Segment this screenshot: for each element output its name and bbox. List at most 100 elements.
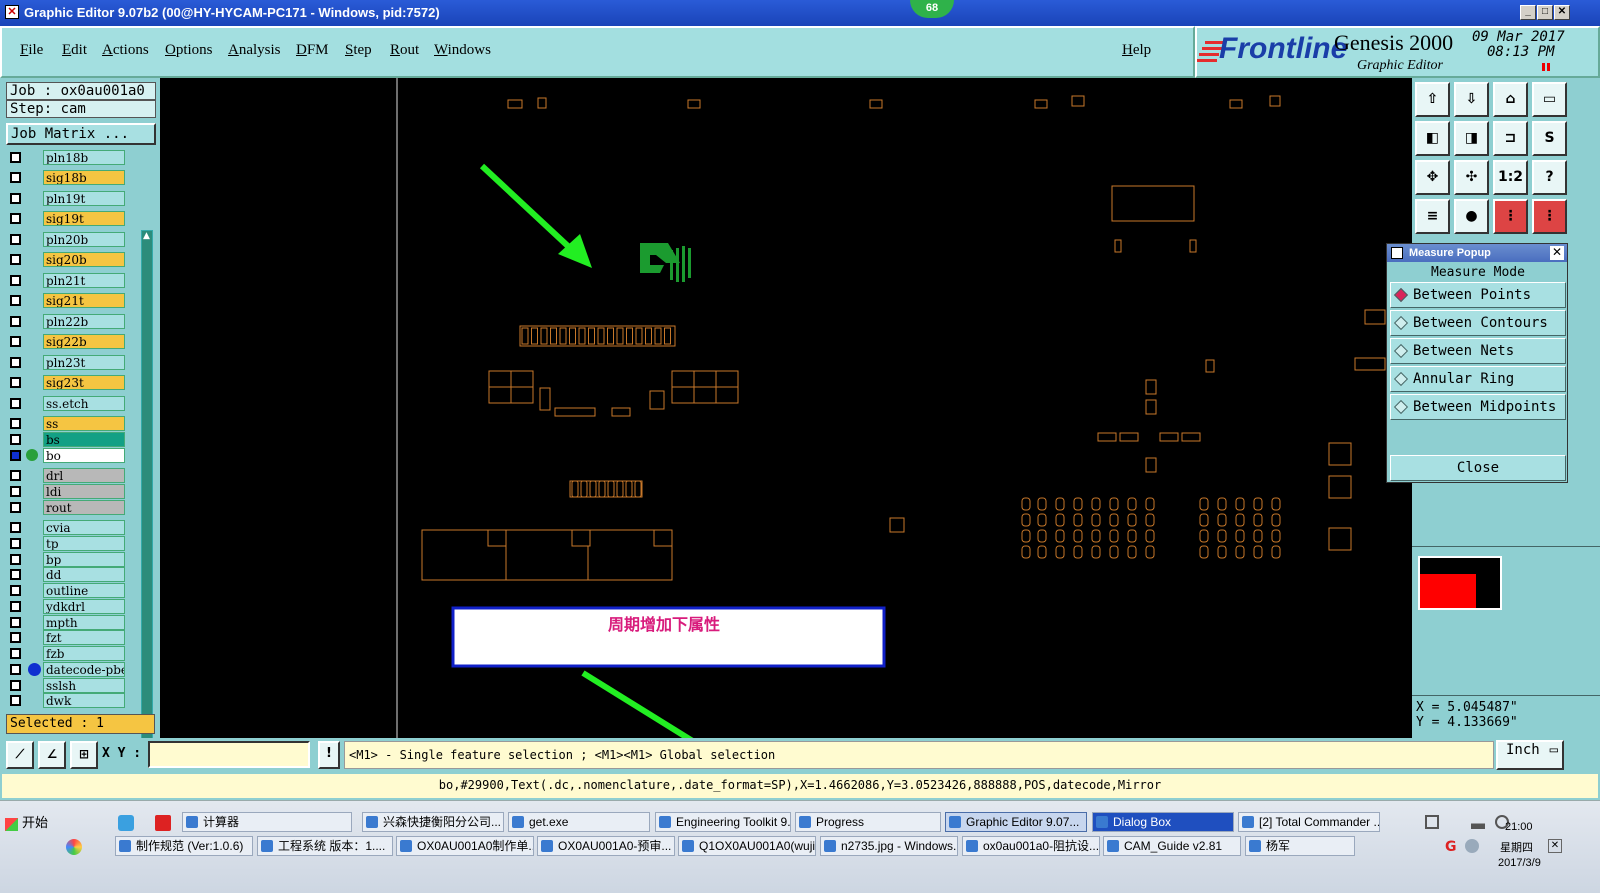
layer-row-dwk[interactable]: dwk — [8, 693, 126, 708]
zoom-center-icon[interactable]: ✣ — [1454, 160, 1489, 195]
layer-checkbox[interactable] — [10, 632, 21, 643]
info-icon[interactable]: ! — [318, 741, 340, 769]
layer-checkbox[interactable] — [10, 193, 21, 204]
tray-clock-icon[interactable] — [1465, 839, 1479, 853]
tray-g-icon[interactable]: G — [1445, 839, 1459, 855]
layer-row-dd[interactable]: dd — [8, 567, 126, 582]
taskbar-item-engineering-system[interactable]: 工程系统 版本：1.... — [257, 836, 393, 856]
layer-checkbox[interactable] — [10, 398, 21, 409]
help-icon[interactable]: ? — [1532, 160, 1567, 195]
menu-file[interactable]: File — [20, 42, 43, 59]
layer-row-bo[interactable]: bo — [8, 448, 126, 463]
layer-checkbox[interactable] — [10, 664, 21, 675]
layer-row-pln19t[interactable]: pln19t — [8, 191, 126, 206]
net-b-icon[interactable]: ⋮ — [1532, 199, 1567, 234]
taskbar-item-impedance-doc[interactable]: ox0au001a0-阻抗设... — [962, 836, 1100, 856]
layer-checkbox[interactable] — [10, 234, 21, 245]
layer-row-sslsh[interactable]: sslsh — [8, 678, 126, 693]
probe-icon[interactable]: ● — [1454, 199, 1489, 234]
layer-row-pln22b[interactable]: pln22b — [8, 314, 126, 329]
taskbar-item-dialog-box[interactable]: Dialog Box — [1092, 812, 1234, 832]
layer-row-fzt[interactable]: fzt — [8, 630, 126, 645]
layer-checkbox[interactable] — [10, 434, 21, 445]
measure-annular-ring[interactable]: Annular Ring — [1390, 366, 1566, 392]
pause-icon[interactable] — [1542, 63, 1550, 71]
net-a-icon[interactable]: ⋮ — [1493, 199, 1528, 234]
measure-between-midpoints[interactable]: Between Midpoints — [1390, 394, 1566, 420]
snap-icon[interactable]: S — [1532, 121, 1567, 156]
start-button[interactable]: 开始 — [2, 813, 54, 835]
fit-icon[interactable]: ⊐ — [1493, 121, 1528, 156]
taskbar-item-cam-guide[interactable]: CAM_Guide v2.81 — [1103, 836, 1241, 856]
layer-checkbox[interactable] — [10, 680, 21, 691]
window-view-icon[interactable]: ▭ — [1532, 82, 1567, 117]
colorful-icon[interactable] — [66, 839, 82, 855]
taskbar-item-total-commander[interactable]: [2] Total Commander ... — [1238, 812, 1380, 832]
taskbar-item-user[interactable]: 杨军 — [1245, 836, 1355, 856]
layer-row-outline[interactable]: outline — [8, 583, 126, 598]
zoom-down-icon[interactable]: ⇩ — [1454, 82, 1489, 117]
pan-right-icon[interactable]: ◨ — [1454, 121, 1489, 156]
layer-checkbox[interactable] — [10, 213, 21, 224]
home-view-icon[interactable]: ⌂ — [1493, 82, 1528, 117]
layer-checkbox[interactable] — [10, 295, 21, 306]
layer-scrollbar[interactable]: ▲ ▼ — [141, 230, 153, 790]
layer-row-pln23t[interactable]: pln23t — [8, 355, 126, 370]
layer-checkbox[interactable] — [10, 357, 21, 368]
measure-between-nets[interactable]: Between Nets — [1390, 338, 1566, 364]
units-selector[interactable]: Inch ▭ — [1496, 740, 1564, 770]
quick-launch-icon[interactable] — [118, 815, 134, 831]
measure-between-points[interactable]: Between Points — [1390, 282, 1566, 308]
menu-step[interactable]: Step — [345, 42, 372, 59]
layer-checkbox[interactable] — [10, 502, 21, 513]
pan-left-icon[interactable]: ◧ — [1415, 121, 1450, 156]
layer-row-datecode-pbe[interactable]: datecode-pbe — [8, 662, 126, 677]
layer-checkbox[interactable] — [10, 418, 21, 429]
job-matrix-button[interactable]: Job Matrix ... — [6, 123, 156, 145]
layer-checkbox[interactable] — [10, 522, 21, 533]
menu-dfm[interactable]: DFM — [296, 42, 329, 59]
layer-checkbox[interactable] — [10, 450, 21, 461]
taskbar-item-engineering-toolkit[interactable]: Engineering Toolkit 9.... — [655, 812, 791, 832]
layer-checkbox[interactable] — [10, 316, 21, 327]
tray-signal-icon[interactable] — [1471, 815, 1485, 829]
layer-row-ydkdrl[interactable]: ydkdrl — [8, 599, 126, 614]
layer-row-ss.etch[interactable]: ss.etch — [8, 396, 126, 411]
taskbar-item-work-order[interactable]: OX0AU001A0制作单... — [396, 836, 534, 856]
layer-row-mpth[interactable]: mpth — [8, 615, 126, 630]
layer-row-bs[interactable]: bs — [8, 432, 126, 447]
graphic-canvas[interactable]: 周期增加下属性 — [160, 78, 1412, 738]
layer-checkbox[interactable] — [10, 152, 21, 163]
layer-row-cvia[interactable]: cvia — [8, 520, 126, 535]
layer-row-sig22b[interactable]: sig22b — [8, 334, 126, 349]
taskbar-item-spec-doc[interactable]: 制作规范 (Ver:1.0.6) — [115, 836, 253, 856]
layer-row-rout[interactable]: rout — [8, 500, 126, 515]
layer-row-tp[interactable]: tp — [8, 536, 126, 551]
menu-analysis[interactable]: Analysis — [228, 42, 281, 59]
xy-input[interactable] — [148, 741, 310, 768]
layer-checkbox[interactable] — [10, 538, 21, 549]
layer-checkbox[interactable] — [10, 585, 21, 596]
maximize-button[interactable]: □ — [1537, 5, 1553, 20]
show-desktop-button[interactable]: ✕ — [1548, 839, 1562, 853]
menu-options[interactable]: Options — [165, 42, 213, 59]
taskbar-item-calculator[interactable]: 计算器 — [182, 812, 352, 832]
taskbar-item-get-exe[interactable]: get.exe — [508, 812, 650, 832]
layer-checkbox[interactable] — [10, 172, 21, 183]
close-button[interactable]: ✕ — [1554, 5, 1570, 20]
measure-between-contours[interactable]: Between Contours — [1390, 310, 1566, 336]
measure-tool-icon[interactable]: ≡ — [1415, 199, 1450, 234]
scroll-up-icon[interactable]: ▲ — [143, 231, 151, 241]
measure-close-icon[interactable]: ✕ — [1550, 246, 1564, 260]
measure-close-button[interactable]: Close — [1390, 455, 1566, 481]
menu-help[interactable]: Help — [1122, 42, 1151, 59]
layer-checkbox[interactable] — [10, 336, 21, 347]
layer-row-sig20b[interactable]: sig20b — [8, 252, 126, 267]
layer-row-sig23t[interactable]: sig23t — [8, 375, 126, 390]
mini-map[interactable] — [1418, 556, 1502, 610]
zoom-box-icon[interactable]: ⟋ — [6, 741, 34, 769]
layer-checkbox[interactable] — [10, 695, 21, 706]
layer-row-pln18b[interactable]: pln18b — [8, 150, 126, 165]
layer-row-bp[interactable]: bp — [8, 552, 126, 567]
layer-checkbox[interactable] — [10, 254, 21, 265]
